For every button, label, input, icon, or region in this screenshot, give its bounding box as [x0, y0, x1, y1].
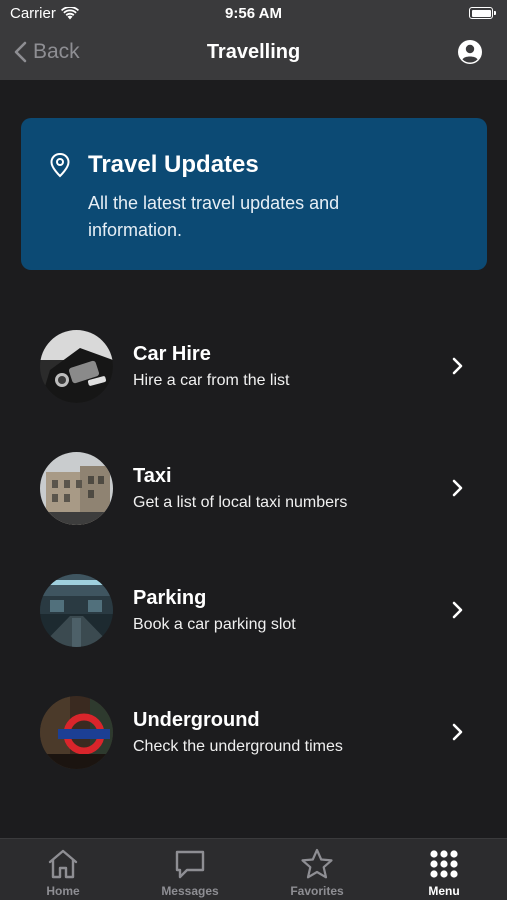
chevron-right-icon	[452, 601, 463, 619]
tab-menu[interactable]: Menu	[381, 839, 507, 900]
item-title: Taxi	[133, 465, 172, 487]
location-pin-icon	[50, 152, 70, 178]
parking-thumbnail	[40, 574, 113, 647]
list-item-parking[interactable]: Parking Book a car parking slot	[0, 574, 507, 684]
item-title: Underground	[133, 709, 260, 731]
tab-label: Messages	[161, 884, 219, 898]
chevron-right-icon	[452, 479, 463, 497]
tab-messages[interactable]: Messages	[127, 839, 253, 900]
tab-label: Menu	[428, 884, 460, 898]
chevron-right-icon	[452, 723, 463, 741]
page-title: Travelling	[206, 41, 301, 63]
home-icon	[48, 849, 78, 879]
tab-label: Home	[46, 884, 80, 898]
battery-icon	[469, 7, 496, 19]
travel-updates-banner[interactable]: Travel Updates All the latest travel upd…	[21, 118, 487, 270]
item-subtitle: Get a list of local taxi numbers	[133, 494, 348, 511]
item-subtitle: Check the underground times	[133, 738, 343, 755]
item-title: Parking	[133, 587, 207, 609]
banner-title: Travel Updates	[88, 151, 259, 178]
header-area: Carrier 9:56 AM Back Travelling	[0, 0, 507, 80]
nav-bar: Back Travelling	[0, 28, 507, 80]
chevron-right-icon	[452, 357, 463, 375]
star-icon	[301, 848, 333, 879]
status-time: 9:56 AM	[225, 5, 282, 22]
tab-label: Favorites	[290, 884, 344, 898]
underground-thumbnail	[40, 696, 113, 769]
status-bar: Carrier 9:56 AM	[0, 0, 507, 28]
profile-icon[interactable]	[457, 39, 483, 65]
item-subtitle: Book a car parking slot	[133, 616, 296, 633]
message-icon	[175, 850, 205, 879]
item-subtitle: Hire a car from the list	[133, 372, 290, 389]
taxi-thumbnail	[40, 452, 113, 525]
grid-menu-icon	[430, 850, 458, 878]
item-title: Car Hire	[133, 343, 211, 365]
tab-bar: Home Messages Favorites Menu	[0, 838, 507, 900]
tab-favorites[interactable]: Favorites	[254, 839, 380, 900]
banner-description: All the latest travel updates and inform…	[88, 193, 340, 240]
car-hire-thumbnail	[40, 330, 113, 403]
tab-home[interactable]: Home	[0, 839, 126, 900]
list-item-car-hire[interactable]: Car Hire Hire a car from the list	[0, 330, 507, 440]
list-item-taxi[interactable]: Taxi Get a list of local taxi numbers	[0, 452, 507, 562]
list-item-underground[interactable]: Underground Check the underground times	[0, 696, 507, 806]
